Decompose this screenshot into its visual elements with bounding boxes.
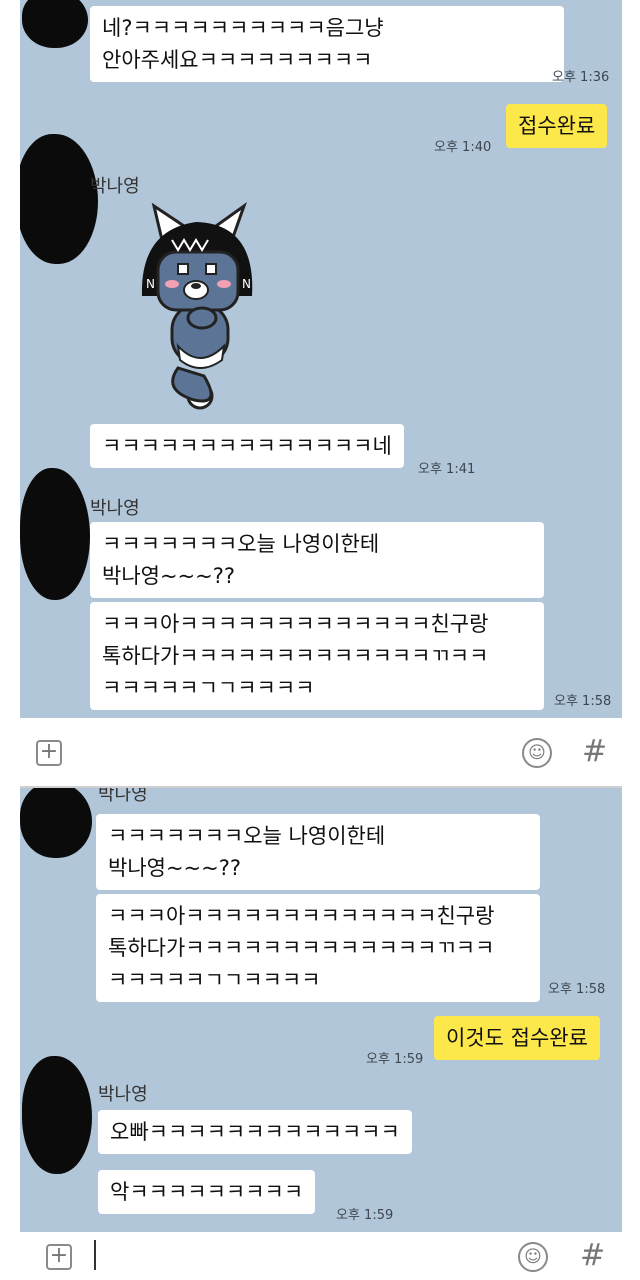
sender-name: 박나영	[90, 498, 140, 519]
my-message-bubble: 이것도 접수완료	[434, 1016, 600, 1060]
redacted-avatar	[20, 788, 92, 858]
message-bubble: ㅋㅋㅋㅋㅋㅋㅋㅋㅋㅋㅋㅋㅋㅋ네	[90, 424, 404, 468]
message-time: 오후 1:40	[434, 140, 492, 155]
sender-name: 박나영	[98, 788, 148, 805]
message-bubble: ㅋㅋㅋㅋㅋㅋㅋ오늘 나영이한테 박나영~~~??	[90, 522, 544, 598]
my-message-bubble: 접수완료	[506, 104, 608, 148]
svg-text:N: N	[242, 277, 251, 291]
message-bubble: ㅋㅋㅋㅋㅋㅋㅋ오늘 나영이한테 박나영~~~??	[96, 814, 540, 890]
cat-mask-sticker: N N	[141, 202, 253, 410]
redacted-avatar	[20, 134, 98, 264]
message-input-bar[interactable]: + ☺ #	[20, 1232, 622, 1280]
svg-text:N: N	[146, 277, 155, 291]
message-bubble: 오빠ㅋㅋㅋㅋㅋㅋㅋㅋㅋㅋㅋㅋㅋ	[98, 1110, 412, 1154]
message-bubble: 네?ㅋㅋㅋㅋㅋㅋㅋㅋㅋㅋ음그냥 안아주세요ㅋㅋㅋㅋㅋㅋㅋㅋㅋ	[90, 6, 564, 82]
message-input-bar[interactable]: + ☺ #	[20, 718, 622, 788]
sender-name: 박나영	[90, 176, 140, 197]
redacted-avatar	[20, 468, 90, 600]
chat-panel-1[interactable]: 네?ㅋㅋㅋㅋㅋㅋㅋㅋㅋㅋ음그냥 안아주세요ㅋㅋㅋㅋㅋㅋㅋㅋㅋ 오후 1:36 오…	[20, 0, 622, 718]
plus-icon[interactable]: +	[46, 1244, 72, 1270]
redacted-avatar	[22, 1056, 92, 1174]
message-bubble: ㅋㅋㅋ아ㅋㅋㅋㅋㅋㅋㅋㅋㅋㅋㅋㅋㅋ친구랑 톡하다가ㅋㅋㅋㅋㅋㅋㅋㅋㅋㅋㅋㅋㅋㄲㅋ…	[90, 602, 544, 710]
hash-icon[interactable]: #	[580, 1240, 605, 1272]
redacted-avatar	[22, 0, 88, 48]
message-time: 오후 1:36	[552, 70, 610, 85]
hash-icon[interactable]: #	[582, 736, 607, 768]
sender-name: 박나영	[98, 1084, 148, 1105]
message-time: 오후 1:58	[548, 982, 606, 997]
plus-icon[interactable]: +	[36, 740, 62, 766]
message-bubble: 악ㅋㅋㅋㅋㅋㅋㅋㅋㅋ	[98, 1170, 316, 1214]
chat-panel-2[interactable]: 박나영 ㅋㅋㅋㅋㅋㅋㅋ오늘 나영이한테 박나영~~~?? ㅋㅋㅋ아ㅋㅋㅋㅋㅋㅋㅋ…	[20, 788, 622, 1232]
text-cursor	[94, 1240, 96, 1270]
message-time: 오후 1:58	[554, 694, 612, 709]
message-time: 오후 1:59	[336, 1208, 394, 1223]
message-time: 오후 1:59	[366, 1052, 424, 1067]
emoji-icon[interactable]: ☺	[522, 738, 552, 768]
message-bubble: ㅋㅋㅋ아ㅋㅋㅋㅋㅋㅋㅋㅋㅋㅋㅋㅋㅋ친구랑 톡하다가ㅋㅋㅋㅋㅋㅋㅋㅋㅋㅋㅋㅋㅋㄲㅋ…	[96, 894, 540, 1002]
message-time: 오후 1:41	[418, 462, 476, 477]
emoji-icon[interactable]: ☺	[518, 1242, 548, 1272]
